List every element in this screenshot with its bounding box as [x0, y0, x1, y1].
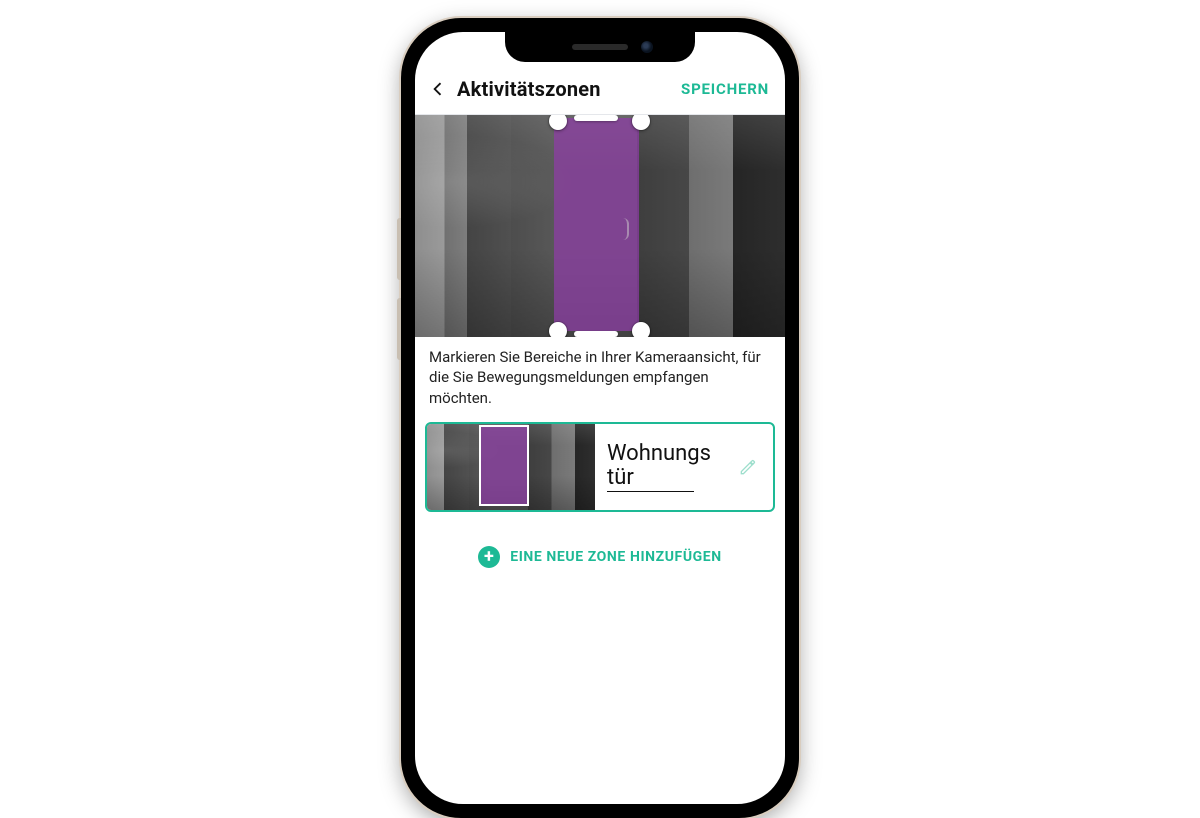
zone-name-line1: Wohnungs: [607, 441, 711, 466]
back-button[interactable]: [425, 76, 451, 102]
zone-list-item[interactable]: Wohnungs tür: [425, 422, 775, 512]
zone-thumbnail: [427, 424, 595, 510]
camera-preview[interactable]: [415, 115, 785, 337]
zone-name-input[interactable]: Wohnungs tür: [607, 442, 711, 492]
zone-edge-bottom[interactable]: [574, 331, 618, 337]
page-title: Aktivitätszonen: [457, 77, 601, 101]
door-handle-detail: [619, 218, 629, 240]
edit-zone-name-button[interactable]: [735, 454, 761, 480]
chevron-left-icon: [428, 79, 448, 99]
phone-frame: Aktivitätszonen SPEICHERN Markieren Sie …: [401, 18, 799, 818]
add-zone-label: EINE NEUE ZONE HINZUFÜGEN: [510, 549, 722, 565]
zone-edge-top[interactable]: [574, 115, 618, 121]
front-camera: [641, 41, 653, 53]
plus-circle-icon: +: [478, 546, 500, 568]
instruction-text: Markieren Sie Bereiche in Ihrer Kameraan…: [415, 337, 785, 422]
zone-handle-bottom-right[interactable]: [632, 322, 650, 337]
activity-zone-overlay[interactable]: [554, 118, 639, 331]
thumbnail-zone-overlay: [481, 427, 528, 506]
add-zone-button[interactable]: + EINE NEUE ZONE HINZUFÜGEN: [415, 528, 785, 602]
save-button[interactable]: SPEICHERN: [681, 80, 769, 98]
pencil-icon: [738, 457, 758, 477]
zone-name-line2: tür: [607, 466, 694, 492]
screen: Aktivitätszonen SPEICHERN Markieren Sie …: [415, 32, 785, 804]
header-left: Aktivitätszonen: [425, 76, 601, 102]
zone-handle-bottom-left[interactable]: [549, 322, 567, 337]
speaker-grille: [572, 44, 628, 50]
notch: [505, 32, 695, 62]
zone-item-body: Wohnungs tür: [595, 424, 773, 510]
stage: Aktivitätszonen SPEICHERN Markieren Sie …: [0, 0, 1200, 666]
